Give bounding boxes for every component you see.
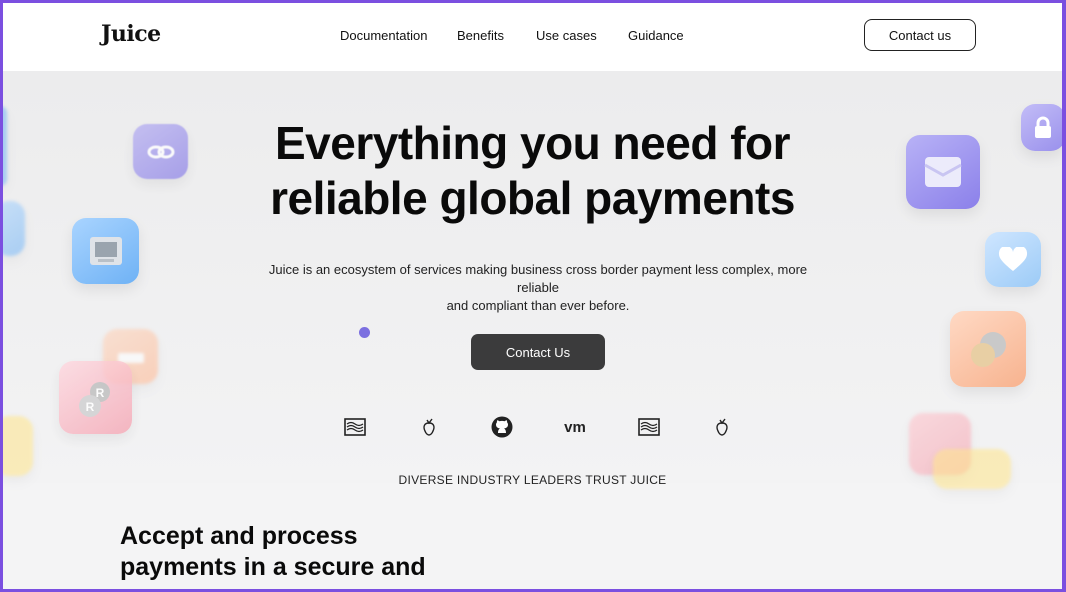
nav-use-cases[interactable]: Use cases (536, 28, 597, 43)
section-heading: Accept and process payments in a secure … (120, 521, 426, 583)
partner-logos: vm (3, 416, 1062, 438)
atm-app-icon (72, 218, 139, 284)
accent-dot (359, 327, 370, 338)
svg-text:R: R (85, 400, 94, 414)
github-logo-icon (490, 416, 514, 438)
hero-headline-line2: reliable global payments (270, 172, 795, 224)
hero-contact-us-button[interactable]: Contact Us (471, 334, 605, 370)
site-header: Juice Documentation Benefits Use cases G… (3, 3, 1062, 71)
hero-headline: Everything you need for reliable global … (3, 116, 1062, 226)
waves-logo-icon (637, 416, 661, 438)
strawberry-logo-icon (714, 416, 730, 438)
hero-subtext: Juice is an ecosystem of services making… (253, 261, 823, 315)
contact-us-button[interactable]: Contact us (864, 19, 976, 51)
nav-guidance[interactable]: Guidance (628, 28, 684, 43)
heart-app-icon (985, 232, 1041, 287)
coins-app-icon (950, 311, 1026, 387)
hero-subtext-line1: Juice is an ecosystem of services making… (268, 262, 808, 295)
hero-section: RR Everything you need for reliable glob… (3, 71, 1062, 489)
nav-documentation[interactable]: Documentation (340, 28, 427, 43)
juice-logo[interactable]: Juice (101, 21, 161, 47)
trust-caption: DIVERSE INDUSTRY LEADERS TRUST JUICE (398, 473, 667, 487)
hero-headline-line1: Everything you need for (274, 117, 791, 169)
page-frame: Juice Documentation Benefits Use cases G… (3, 3, 1062, 589)
strawberry-logo-icon (421, 416, 437, 438)
waves-logo-icon (343, 416, 367, 438)
section-heading-line1: Accept and process (120, 522, 358, 550)
vm-logo: vm (564, 418, 586, 436)
nav-benefits[interactable]: Benefits (457, 28, 504, 43)
hero-subtext-line2: and compliant than ever before. (446, 298, 630, 313)
section-heading-line2: payments in a secure and (120, 553, 426, 581)
